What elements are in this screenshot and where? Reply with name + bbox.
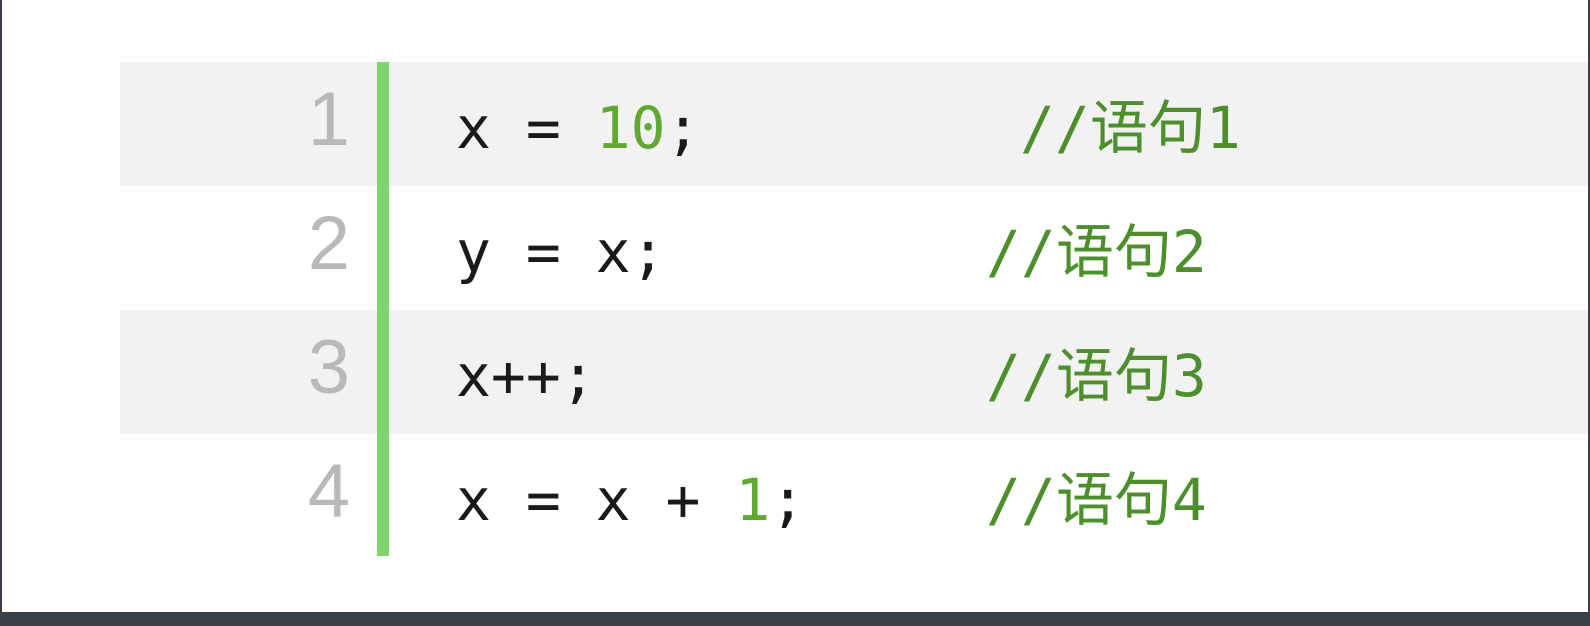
code-snippet-frame: 1 x = 10; //语句1 2 y = x; //语句2 3 x++; //… <box>2 0 1588 612</box>
code-token: ; <box>665 94 701 162</box>
code-statement: x = 10; <box>456 62 700 186</box>
number-literal: 1 <box>735 466 771 534</box>
code-comment: //语句1 <box>1020 94 1241 162</box>
line-number: 4 <box>307 449 350 534</box>
code-line-1: 1 x = 10; //语句1 <box>120 62 1588 186</box>
code-block: 1 x = 10; //语句1 2 y = x; //语句2 3 x++; //… <box>120 62 1588 558</box>
code-statement: x++; <box>456 342 596 410</box>
code-line-4: 4 x = x + 1; //语句4 <box>120 434 1588 558</box>
code-comment: //语句2 <box>986 218 1207 286</box>
code-token: ; <box>770 466 806 534</box>
code-token: x = <box>456 94 596 162</box>
code-comment: //语句3 <box>986 342 1207 410</box>
code-line-2: 2 y = x; //语句2 <box>120 186 1588 310</box>
line-number: 3 <box>307 325 350 410</box>
line-number: 1 <box>307 77 350 162</box>
gutter-highlight-bar <box>377 62 389 556</box>
number-literal: 10 <box>595 94 666 162</box>
code-statement: x = x + 1; <box>456 434 805 558</box>
line-number: 2 <box>307 201 350 286</box>
code-line-3: 3 x++; //语句3 <box>120 310 1588 434</box>
code-statement: y = x; <box>456 218 666 286</box>
code-comment: //语句4 <box>986 466 1207 534</box>
code-token: x = x + <box>456 466 736 534</box>
